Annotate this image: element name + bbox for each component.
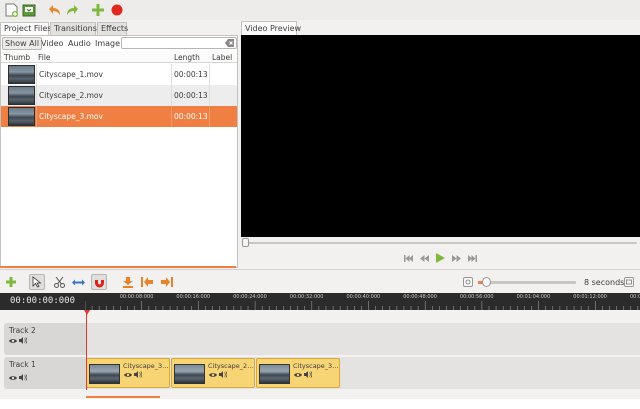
column-thumb[interactable]: Thumb (4, 52, 30, 63)
new-project-icon[interactable] (3, 2, 19, 18)
clip-thumbnail (89, 364, 120, 384)
redo-icon[interactable] (65, 2, 81, 18)
eye-icon[interactable] (209, 371, 217, 380)
timeline-clip[interactable]: Cityscape_3... (256, 358, 340, 388)
speaker-icon[interactable] (304, 371, 313, 380)
track-header[interactable]: Track 1 (4, 357, 86, 389)
file-thumbnail (8, 65, 35, 84)
export-video-icon[interactable] (109, 2, 125, 18)
playhead-line[interactable] (86, 310, 87, 390)
file-thumbnail (8, 86, 35, 105)
open-project-icon[interactable] (21, 2, 37, 18)
clip-thumbnail (174, 364, 205, 384)
file-name: Cityscape_3.mov (39, 112, 103, 121)
tab-project-files[interactable]: Project Files (0, 22, 51, 35)
track-header[interactable]: Track 2 (4, 323, 86, 355)
jump-start-icon[interactable] (403, 253, 413, 263)
preview-seek-bar[interactable] (244, 242, 637, 244)
next-marker-icon[interactable] (159, 274, 175, 290)
status-area (0, 399, 640, 409)
search-input[interactable] (121, 37, 237, 49)
clear-search-icon[interactable] (225, 39, 234, 49)
pane-splitter[interactable] (0, 269, 640, 270)
clip-name: Cityscape_3... (123, 362, 169, 370)
snapping-magnet-icon[interactable] (91, 274, 107, 290)
ruler-label: 00:00:08:000 (119, 294, 154, 300)
speaker-icon[interactable] (219, 371, 228, 380)
eye-icon[interactable] (124, 371, 132, 380)
ruler-label: 00:00:16:000 (176, 294, 211, 300)
add-track-icon[interactable] (3, 274, 19, 290)
file-thumbnail (8, 107, 35, 126)
column-length[interactable]: Length (174, 52, 200, 63)
timeline-ruler[interactable]: 00:00:08:000 00:00:16:000 00:00:24:000 00:0… (85, 293, 640, 310)
file-row[interactable]: Cityscape_2.mov 00:00:13 (1, 85, 237, 106)
ruler-label: 00:01:04:000 (516, 294, 551, 300)
resize-tool-icon[interactable] (70, 274, 86, 290)
undo-icon[interactable] (46, 2, 62, 18)
track-lane[interactable] (86, 323, 640, 355)
add-file-icon[interactable] (90, 2, 106, 18)
ruler-label: 00:00:56:000 (459, 294, 494, 300)
zoom-slider-track[interactable] (478, 281, 576, 284)
play-icon[interactable] (435, 253, 445, 263)
track-name: Track 1 (9, 360, 36, 369)
previous-marker-icon[interactable] (139, 274, 155, 290)
zoom-slider-handle[interactable] (482, 277, 491, 287)
column-file[interactable]: File (38, 52, 51, 63)
ruler-label: 00:00:48:000 (403, 294, 437, 300)
ruler-label: 00:00:40:000 (346, 294, 381, 300)
main-toolbar (0, 0, 640, 20)
tab-video-preview[interactable]: Video Preview (241, 21, 301, 35)
current-time-display: 00:00:00:000 (0, 293, 85, 310)
timeline-clip[interactable]: Cityscape_3... (86, 358, 170, 388)
file-name: Cityscape_1.mov (39, 70, 103, 79)
select-tool-icon[interactable] (29, 274, 45, 290)
track-name: Track 2 (9, 326, 36, 335)
file-row-selected[interactable]: Cityscape_3.mov 00:00:13 (1, 106, 237, 127)
clip-thumbnail (259, 364, 290, 384)
speaker-icon[interactable] (19, 374, 28, 383)
ruler-label: 00:00:24:000 (233, 294, 267, 300)
video-preview-screen (241, 35, 640, 237)
clip-name: Cityscape_3... (293, 362, 339, 370)
ruler-label: 00:00:32:000 (289, 294, 324, 300)
column-label[interactable]: Label (212, 52, 232, 63)
ruler-label: 00:01:12:000 (573, 294, 607, 300)
tab-transitions[interactable]: Transitions (50, 22, 97, 35)
rewind-icon[interactable] (419, 253, 429, 263)
file-length: 00:00:13 (174, 91, 208, 100)
timeline-scrollbar[interactable] (86, 396, 160, 398)
eye-icon[interactable] (294, 371, 302, 380)
eye-icon[interactable] (9, 374, 17, 383)
file-list-header (1, 51, 237, 63)
file-name: Cityscape_2.mov (39, 91, 103, 100)
jump-end-icon[interactable] (467, 253, 477, 263)
ruler-label: 00:01:20:000 (630, 294, 640, 300)
clip-name: Cityscape_2... (208, 362, 254, 370)
panel-focus-bar (0, 266, 236, 268)
zoom-in-icon[interactable] (624, 277, 634, 287)
file-length: 00:00:13 (174, 112, 208, 121)
speaker-icon[interactable] (134, 371, 143, 380)
tab-effects[interactable]: Effects (97, 22, 128, 35)
playhead-marker[interactable] (84, 310, 90, 315)
fast-forward-icon[interactable] (451, 253, 461, 263)
file-row[interactable]: Cityscape_1.mov 00:00:13 (1, 64, 237, 85)
file-length: 00:00:13 (174, 70, 208, 79)
seek-handle[interactable] (242, 238, 249, 247)
zoom-out-icon[interactable] (463, 277, 473, 287)
speaker-icon[interactable] (19, 337, 28, 346)
timeline-clip[interactable]: Cityscape_2... (171, 358, 255, 388)
filter-image[interactable]: Image (93, 37, 122, 50)
zoom-level-label: 8 seconds (584, 278, 625, 287)
filter-video[interactable]: Video (39, 37, 65, 50)
eye-icon[interactable] (9, 337, 17, 346)
razor-tool-icon[interactable] (51, 274, 67, 290)
add-marker-icon[interactable] (120, 274, 136, 290)
filter-audio[interactable]: Audio (66, 37, 93, 50)
filter-show-all[interactable]: Show All (2, 37, 43, 50)
